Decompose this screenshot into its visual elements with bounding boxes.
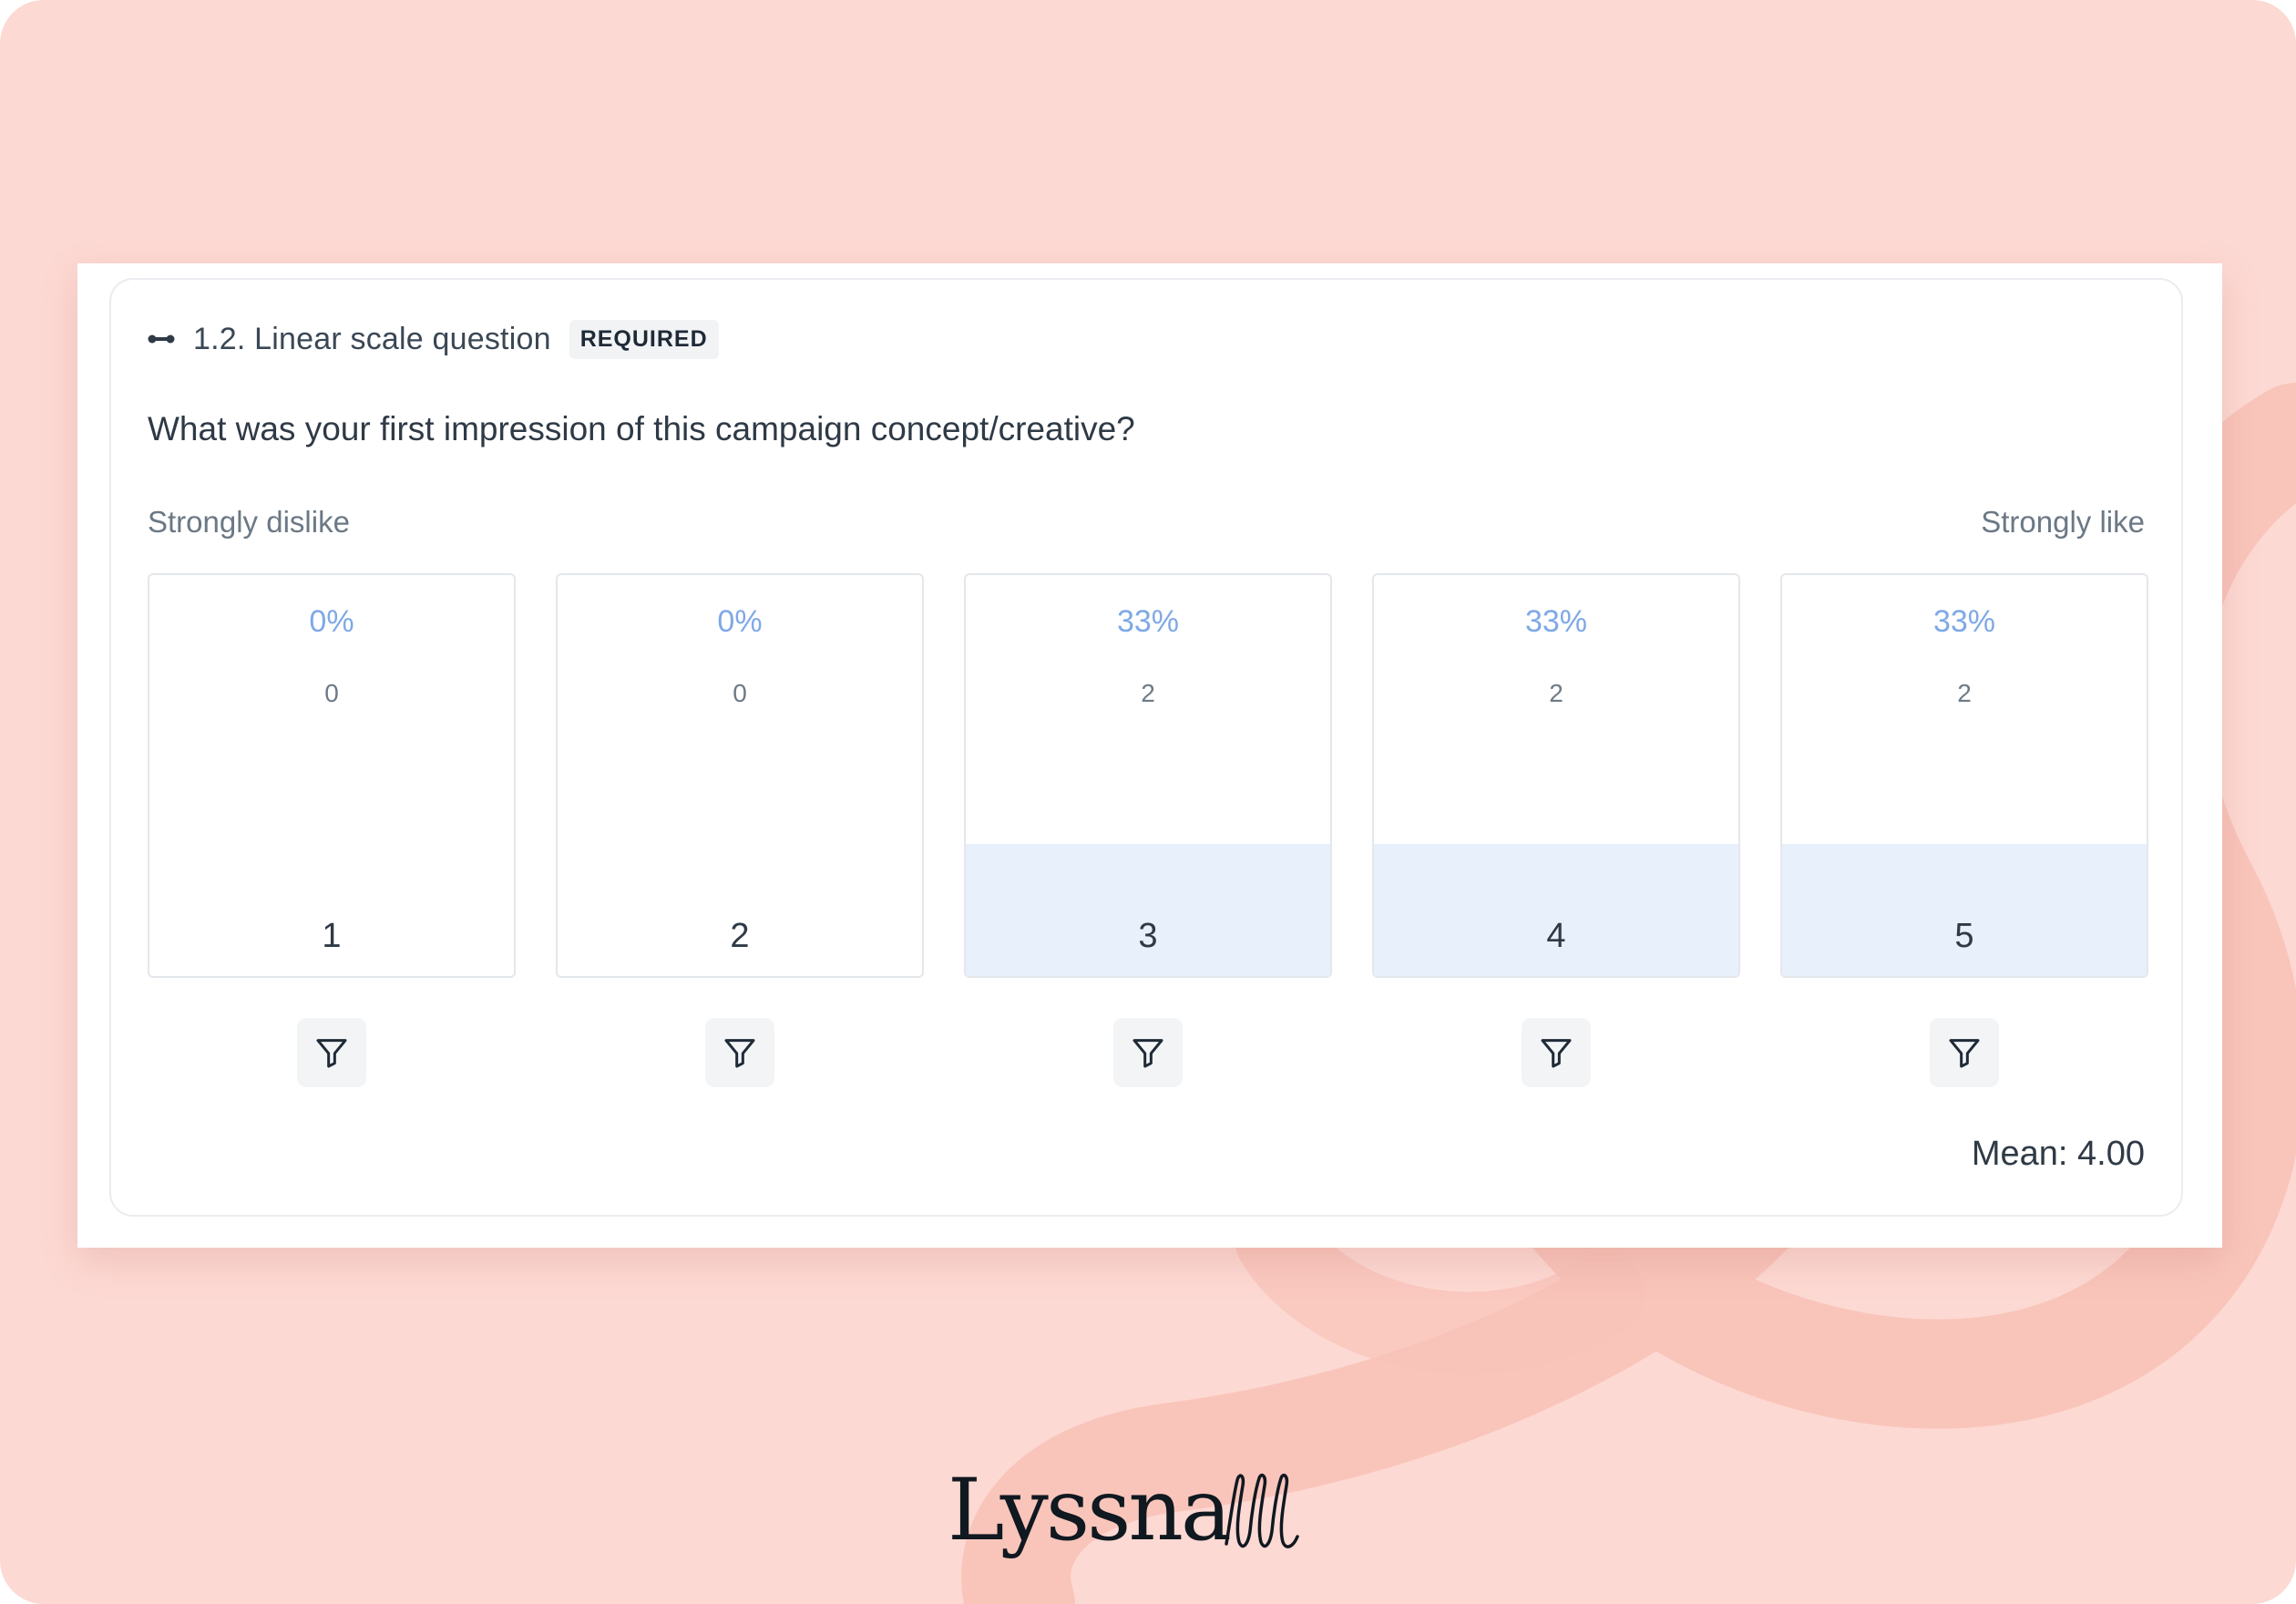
question-card: 1.2. Linear scale question REQUIRED What… — [109, 278, 2183, 1217]
filter-button-3[interactable] — [1113, 1018, 1183, 1087]
filter-icon — [1133, 1039, 1163, 1068]
scale-value: 2 — [730, 917, 750, 955]
response-fill-bar — [1782, 843, 2147, 976]
response-count: 0 — [324, 679, 339, 707]
scale-value: 3 — [1138, 917, 1158, 955]
linear-scale-icon — [148, 334, 175, 344]
filter-button-4[interactable] — [1522, 1018, 1591, 1087]
question-text: What was your first impression of this c… — [148, 410, 1135, 447]
logo-wordmark: Lyssna — [948, 1461, 1232, 1560]
filter-button-5[interactable] — [1930, 1018, 1999, 1087]
response-fill-bar — [966, 843, 1330, 976]
filter-icon — [316, 1039, 347, 1068]
scale-value: 5 — [1954, 917, 1974, 955]
response-percent: 0% — [309, 604, 354, 639]
response-percent: 33% — [1932, 604, 1996, 639]
logo-flourish-icon — [1225, 1473, 1299, 1548]
scale-value: 4 — [1546, 917, 1566, 955]
results-panel: 1.2. Linear scale question REQUIRED What… — [77, 263, 2222, 1248]
response-fill-bar — [1374, 843, 1738, 976]
required-badge: REQUIRED — [569, 319, 719, 359]
question-header: 1.2. Linear scale question REQUIRED — [148, 316, 719, 362]
scale-option-1: 0% 0 1 — [148, 573, 516, 978]
filter-icon — [1541, 1039, 1572, 1068]
response-percent: 0% — [717, 604, 763, 639]
scale-min-label: Strongly dislike — [148, 505, 350, 539]
page-background: 1.2. Linear scale question REQUIRED What… — [0, 0, 2296, 1604]
scale-option-2: 0% 0 2 — [556, 573, 924, 978]
scale-max-label: Strongly like — [1981, 505, 2145, 539]
filter-button-2[interactable] — [705, 1018, 774, 1087]
response-percent: 33% — [1116, 604, 1180, 639]
filter-button-1[interactable] — [297, 1018, 366, 1087]
response-count: 2 — [1957, 679, 1972, 707]
question-title: 1.2. Linear scale question — [193, 321, 551, 356]
filter-icon — [1949, 1039, 1980, 1068]
scale-option-5: 33% 2 5 — [1780, 573, 2148, 978]
response-percent: 33% — [1524, 604, 1588, 639]
mean-score: Mean: 4.00 — [1971, 1135, 2145, 1173]
lyssna-logo: Lyssna — [948, 1456, 1303, 1566]
scale-value: 1 — [322, 917, 342, 955]
filter-icon — [724, 1039, 755, 1068]
response-count: 0 — [733, 679, 747, 707]
scale-option-3: 33% 2 3 — [964, 573, 1332, 978]
response-count: 2 — [1549, 679, 1563, 707]
response-count: 2 — [1141, 679, 1155, 707]
scale-option-4: 33% 2 4 — [1372, 573, 1740, 978]
